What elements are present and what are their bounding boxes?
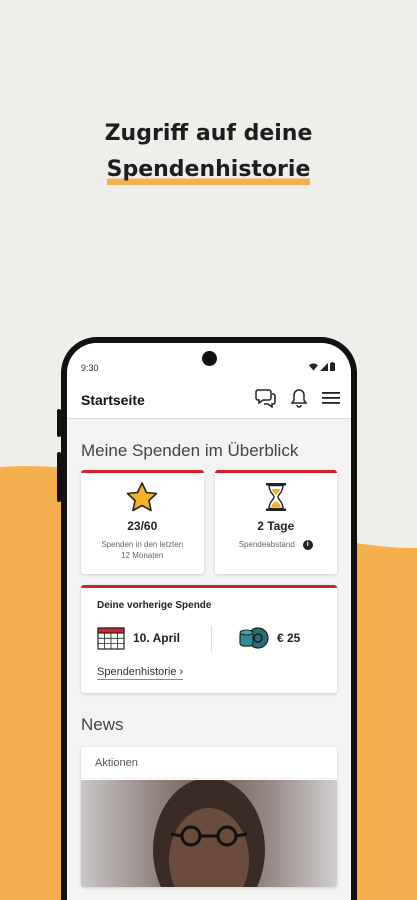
previous-donation-date-row: 10. April [97,626,180,650]
divider [211,626,212,652]
menu-icon[interactable] [321,388,341,408]
headline: Zugriff auf deine Spendenhistorie [0,116,417,188]
chat-icon[interactable] [255,388,277,408]
phone-mockup: 9:30 Startseite Meine Spenden im Überbli… [61,337,357,900]
previous-donation-card[interactable]: Deine vorherige Spende 10. April € 25 Sp… [81,585,337,693]
status-time: 9:30 [81,363,99,373]
news-title: News [81,715,124,734]
home-content: Meine Spenden im Überblick 23/60 Spenden… [67,440,351,887]
headline-line-2-highlighted: Spendenhistorie [106,152,311,188]
donation-interval-label-row: Spendeabstand i [215,539,338,550]
news-card[interactable]: Aktionen [81,747,337,887]
bell-icon[interactable] [289,388,309,408]
coins-icon [239,627,269,649]
phone-screen: 9:30 Startseite Meine Spenden im Überbli… [67,343,351,900]
star-icon [126,482,158,512]
info-icon[interactable]: i [302,539,313,550]
overview-title: Meine Spenden im Überblick [81,441,299,460]
status-bar: 9:30 [67,343,351,379]
donations-count-card[interactable]: 23/60 Spenden in den letzten 12 Monaten [81,470,204,574]
app-bar: Startseite [67,379,351,419]
news-image [81,780,337,887]
previous-donation-title: Deine vorherige Spende [97,600,212,611]
donation-interval-card[interactable]: 2 Tage Spendeabstand i [214,470,338,574]
calendar-icon [97,627,125,650]
donation-interval-value: 2 Tage [257,519,295,533]
camera-punch-hole [202,351,217,366]
donation-history-link[interactable]: Spendenhistorie › [97,666,184,680]
hourglass-icon [265,483,286,511]
person-photo [153,780,265,887]
news-tag: Aktionen [81,747,337,779]
wifi-icon [309,362,318,371]
donation-interval-label: Spendeabstand [238,540,295,549]
battery-icon [330,362,335,371]
previous-donation-amount: € 25 [277,631,301,645]
signal-icon [320,362,328,371]
page-title: Startseite [81,392,145,408]
previous-donation-date: 10. April [133,631,180,645]
headline-line-1: Zugriff auf deine [104,121,313,146]
previous-donation-amount-row: € 25 [239,627,300,649]
donations-count-label: Spenden in den letzten 12 Monaten [101,540,184,560]
donations-count-value: 23/60 [127,519,158,533]
stat-cards: 23/60 Spenden in den letzten 12 Monaten … [81,470,337,574]
